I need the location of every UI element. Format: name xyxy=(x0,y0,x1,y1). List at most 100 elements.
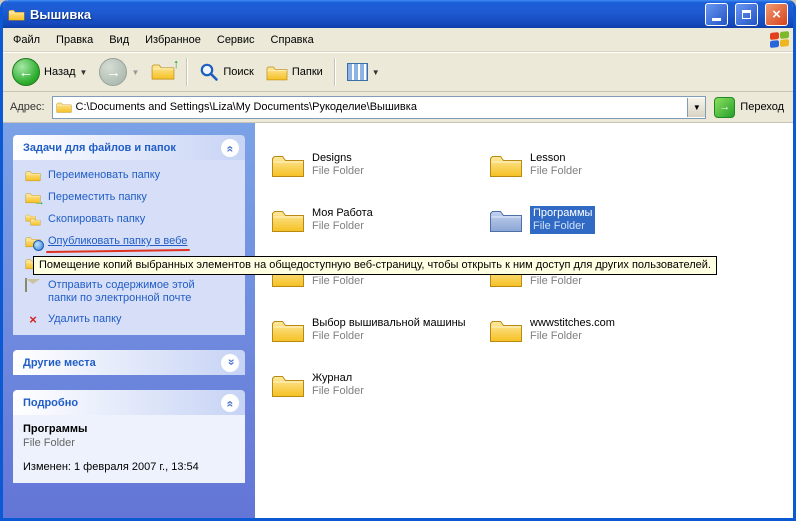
task-rename-folder[interactable]: Переименовать папку xyxy=(25,169,239,183)
close-button[interactable]: × xyxy=(765,3,788,26)
folder-view: DesignsFile Folder LessonFile Folder Моя… xyxy=(255,123,793,518)
folder-icon xyxy=(271,316,305,344)
email-icon xyxy=(25,279,41,293)
details-header[interactable]: Подробно « xyxy=(13,390,245,415)
views-dropdown-icon: ▼ xyxy=(372,68,380,77)
details-body: Программы File Folder Изменен: 1 февраля… xyxy=(13,415,245,483)
minimize-button[interactable] xyxy=(705,3,728,26)
details-folder-type: File Folder xyxy=(23,437,239,449)
views-icon xyxy=(347,63,368,81)
views-button[interactable]: ▼ xyxy=(342,60,385,84)
toolbar-separator xyxy=(186,58,188,86)
task-email-folder[interactable]: Отправить содержимое этой папки по элект… xyxy=(25,279,239,305)
folders-label: Папки xyxy=(292,66,323,78)
task-copy-folder[interactable]: Скопировать папку xyxy=(25,213,239,227)
menu-bar: Файл Правка Вид Избранное Сервис Справка xyxy=(3,28,793,52)
collapse-button[interactable]: « xyxy=(220,138,240,158)
other-places-title: Другие места xyxy=(23,357,96,369)
address-dropdown-button[interactable]: ▼ xyxy=(687,98,705,117)
address-label: Адрес: xyxy=(6,101,52,113)
collapse-button[interactable]: « xyxy=(220,393,240,413)
explorer-window: Вышивка × Файл Правка Вид Избранное Серв… xyxy=(0,0,796,521)
up-button[interactable]: ↑ xyxy=(146,58,180,86)
menu-tools[interactable]: Сервис xyxy=(209,31,263,49)
rename-folder-icon xyxy=(25,169,41,183)
tooltip: Помещение копий выбранных элементов на о… xyxy=(33,256,717,275)
task-publish-folder-to-web[interactable]: Опубликовать папку в вебе xyxy=(25,235,239,249)
maximize-button[interactable] xyxy=(735,3,758,26)
menu-favorites[interactable]: Избранное xyxy=(137,31,209,49)
details-title: Подробно xyxy=(23,397,78,409)
toolbar-separator xyxy=(334,58,336,86)
back-icon: ← xyxy=(12,58,40,86)
standard-buttons-toolbar: ← Назад ▼ → ▼ ↑ Поиск Папки ▼ xyxy=(3,52,793,92)
globe-icon xyxy=(33,240,44,251)
up-folder-icon: ↑ xyxy=(151,61,175,83)
address-folder-icon xyxy=(56,100,72,114)
go-arrow-icon: → xyxy=(714,97,735,118)
content-area: Задачи для файлов и папок « Переименоват… xyxy=(3,123,793,518)
search-button[interactable]: Поиск xyxy=(194,59,258,85)
back-label: Назад xyxy=(44,66,76,78)
close-icon: × xyxy=(772,7,781,22)
address-input[interactable]: C:\Documents and Settings\Liza\My Docume… xyxy=(52,96,707,119)
window-title: Вышивка xyxy=(30,7,698,22)
folder-moya-rabota[interactable]: Моя РаботаFile Folder xyxy=(271,192,489,247)
folder-icon xyxy=(271,151,305,179)
menu-help[interactable]: Справка xyxy=(263,31,322,49)
menu-file[interactable]: Файл xyxy=(5,31,48,49)
minimize-icon xyxy=(712,18,721,21)
delete-x-icon: × xyxy=(25,313,41,326)
copy-folder-icon xyxy=(25,213,41,227)
title-bar: Вышивка × xyxy=(3,0,793,28)
folder-lesson[interactable]: LessonFile Folder xyxy=(489,137,707,192)
menu-view[interactable]: Вид xyxy=(101,31,137,49)
move-folder-icon: → xyxy=(25,191,41,205)
address-bar: Адрес: C:\Documents and Settings\Liza\My… xyxy=(3,92,793,123)
folder-icon xyxy=(271,371,305,399)
chevron-up-icon: « xyxy=(223,145,237,150)
folders-icon xyxy=(266,63,288,82)
publish-to-web-icon xyxy=(25,235,41,249)
folder-icon xyxy=(489,316,523,344)
task-move-folder[interactable]: → Переместить папку xyxy=(25,191,239,205)
folders-button[interactable]: Папки xyxy=(261,60,328,85)
folder-icon xyxy=(489,151,523,179)
chevron-down-icon: « xyxy=(223,360,237,365)
search-icon xyxy=(199,62,219,82)
folder-designs[interactable]: DesignsFile Folder xyxy=(271,137,489,192)
forward-dropdown-icon: ▼ xyxy=(131,68,139,77)
folder-icon xyxy=(271,206,305,234)
file-folder-tasks-header[interactable]: Задачи для файлов и папок « xyxy=(13,135,245,160)
file-folder-tasks-title: Задачи для файлов и папок xyxy=(23,142,176,154)
task-pane-sidebar: Задачи для файлов и папок « Переименоват… xyxy=(3,123,255,518)
selected-folder-icon xyxy=(489,206,523,234)
selected-folder-labels: ПрограммыFile Folder xyxy=(530,206,595,234)
folder-wwwstitches[interactable]: wwwstitches.comFile Folder xyxy=(489,302,707,357)
other-places-header[interactable]: Другие места « xyxy=(13,350,245,375)
maximize-icon xyxy=(742,10,751,19)
task-delete-folder[interactable]: × Удалить папку xyxy=(25,313,239,326)
expand-button[interactable]: « xyxy=(220,353,240,373)
file-folder-tasks-body: Переименовать папку → Переместить папку … xyxy=(13,160,245,335)
chevron-up-icon: « xyxy=(223,400,237,405)
forward-button[interactable]: → ▼ xyxy=(94,55,144,89)
file-folder-tasks-panel: Задачи для файлов и папок « Переименоват… xyxy=(13,135,245,335)
windows-logo-icon xyxy=(770,31,789,48)
go-label: Переход xyxy=(740,101,784,113)
search-label: Поиск xyxy=(223,66,253,78)
go-button[interactable]: → Переход xyxy=(706,97,790,118)
red-underline-annotation xyxy=(46,249,190,253)
back-button[interactable]: ← Назад ▼ xyxy=(7,55,92,89)
details-folder-name: Программы xyxy=(23,423,239,435)
window-folder-icon xyxy=(8,7,25,22)
folder-zhurnal[interactable]: ЖурналFile Folder xyxy=(271,357,489,412)
details-panel: Подробно « Программы File Folder Изменен… xyxy=(13,390,245,483)
other-places-panel: Другие места « xyxy=(13,350,245,375)
up-arrow-icon: ↑ xyxy=(173,56,180,71)
menu-edit[interactable]: Правка xyxy=(48,31,101,49)
address-value: C:\Documents and Settings\Liza\My Docume… xyxy=(76,101,684,113)
folder-vybor-mashiny[interactable]: Выбор вышивальной машиныFile Folder xyxy=(271,302,489,357)
folder-programmy-selected[interactable]: ПрограммыFile Folder xyxy=(489,192,707,247)
details-modified-date: Изменен: 1 февраля 2007 г., 13:54 xyxy=(23,461,239,473)
